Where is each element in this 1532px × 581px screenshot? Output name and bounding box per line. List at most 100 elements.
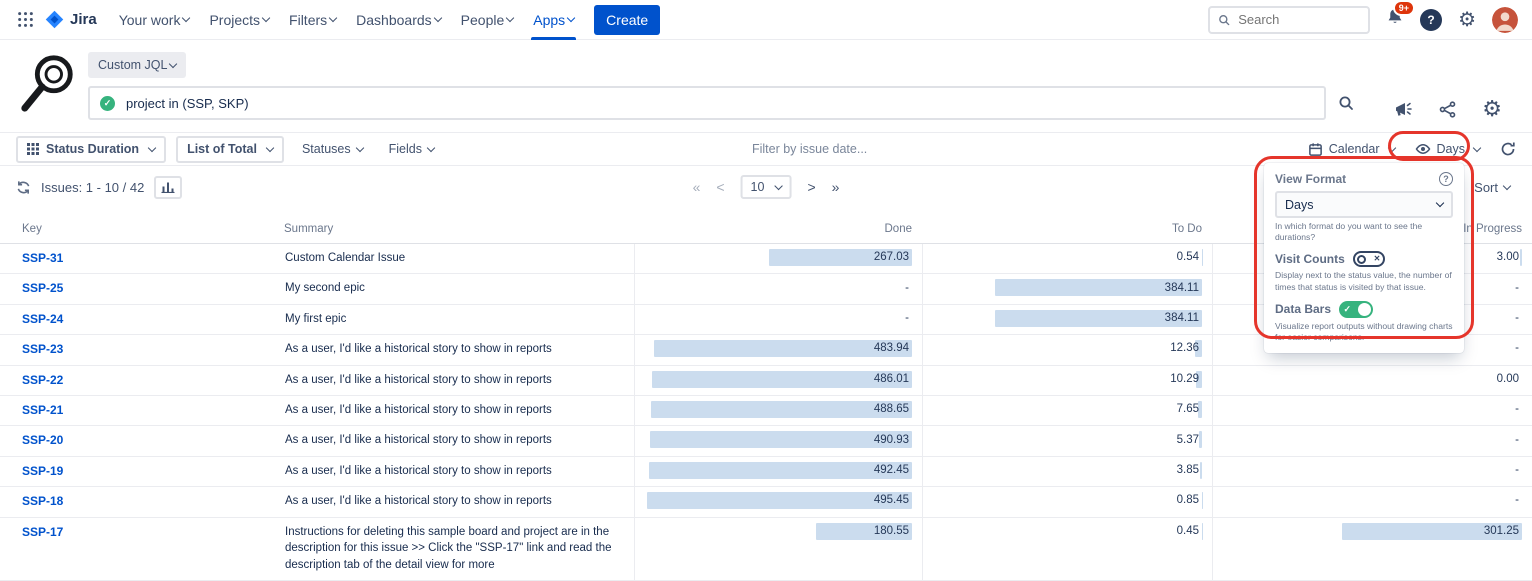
chart-view-button[interactable] xyxy=(154,176,182,199)
jql-valid-check-icon: ✓ xyxy=(100,96,115,111)
chevron-down-icon xyxy=(182,14,190,22)
done-cell: 492.45 xyxy=(634,457,922,486)
duration-value: 483.94 xyxy=(874,340,912,357)
nav-item-label: Apps xyxy=(533,12,565,28)
nav-item-projects[interactable]: Projects xyxy=(199,0,279,40)
jql-query-input[interactable] xyxy=(124,95,1314,112)
issue-date-filter-input[interactable] xyxy=(452,141,1298,157)
nav-item-dashboards[interactable]: Dashboards xyxy=(346,0,451,40)
settings-gear-button[interactable]: ⚙ xyxy=(1458,10,1476,30)
global-search[interactable] xyxy=(1208,6,1370,34)
todo-cell: 0.45 xyxy=(922,518,1212,580)
todo-cell: 10.29 xyxy=(922,366,1212,395)
issue-key-link[interactable]: SSP-18 xyxy=(0,487,262,516)
issue-summary: Instructions for deleting this sample bo… xyxy=(262,518,634,580)
prev-page-button[interactable]: < xyxy=(716,179,724,195)
jql-right-icons: ⚙ xyxy=(1393,98,1502,120)
duration-value: 3.00 xyxy=(1497,249,1522,266)
jql-input-box[interactable]: ✓ xyxy=(88,86,1326,120)
grid-small-icon xyxy=(27,143,39,155)
duration-value: 267.03 xyxy=(874,249,912,266)
jira-logo[interactable]: Jira xyxy=(44,9,97,30)
refresh-report-icon[interactable] xyxy=(1500,141,1516,157)
issue-key-link[interactable]: SSP-20 xyxy=(0,426,262,455)
duration-value: 180.55 xyxy=(874,523,912,540)
create-button[interactable]: Create xyxy=(594,5,660,35)
user-avatar[interactable] xyxy=(1492,7,1518,33)
duration-value: 10.29 xyxy=(1170,371,1202,388)
topnav-right-cluster: 9+ ? ⚙ xyxy=(1208,6,1518,34)
report-settings-gear-icon[interactable]: ⚙ xyxy=(1482,98,1502,120)
calendar-dropdown[interactable]: Calendar xyxy=(1308,142,1395,157)
search-input[interactable] xyxy=(1236,11,1360,28)
todo-cell: 0.85 xyxy=(922,487,1212,516)
nav-item-label: Dashboards xyxy=(356,12,432,28)
fields-dropdown[interactable]: Fields xyxy=(381,142,442,156)
help-icon[interactable]: ? xyxy=(1439,172,1453,186)
view-format-select[interactable]: Days xyxy=(1275,191,1453,218)
notifications-button[interactable]: 9+ xyxy=(1386,8,1404,31)
jql-mode-dropdown[interactable]: Custom JQL xyxy=(88,52,186,78)
calendar-label: Calendar xyxy=(1329,142,1380,156)
issue-key-link[interactable]: SSP-19 xyxy=(0,457,262,486)
app-switcher-button[interactable] xyxy=(10,5,40,35)
duration-value: 384.11 xyxy=(1165,310,1202,327)
column-header-done[interactable]: Done xyxy=(634,223,922,235)
duration-value: 492.45 xyxy=(874,462,912,479)
issue-key-link[interactable]: SSP-22 xyxy=(0,366,262,395)
duration-value: 0.85 xyxy=(1177,492,1202,509)
in-progress-cell: 0.00 xyxy=(1212,366,1532,395)
column-header-todo[interactable]: To Do xyxy=(922,223,1212,235)
help-button[interactable]: ? xyxy=(1420,9,1442,31)
next-page-button[interactable]: > xyxy=(807,179,815,195)
data-bar xyxy=(647,492,912,509)
announcements-icon[interactable] xyxy=(1393,100,1413,118)
chevron-down-icon xyxy=(567,14,575,22)
view-settings-panel: View Format ? Days In which format do yo… xyxy=(1264,163,1464,353)
table-row: SSP-21As a user, I'd like a historical s… xyxy=(0,396,1532,426)
visit-counts-description: Display next to the status value, the nu… xyxy=(1275,270,1453,292)
toggle-on-glyph: ✓ xyxy=(1342,305,1352,314)
issue-key-link[interactable]: SSP-21 xyxy=(0,396,262,425)
table-row: SSP-20As a user, I'd like a historical s… xyxy=(0,426,1532,456)
list-of-dropdown[interactable]: List of Total xyxy=(176,136,284,163)
duration-value: 0.54 xyxy=(1177,249,1202,266)
eye-icon xyxy=(1415,142,1431,156)
chevron-down-icon xyxy=(329,14,337,22)
visit-counts-label: Visit Counts xyxy=(1275,252,1345,266)
view-format-dropdown[interactable]: Days xyxy=(1415,142,1480,156)
reload-issues-icon[interactable] xyxy=(16,180,31,195)
column-header-key[interactable]: Key xyxy=(0,223,262,235)
nav-item-filters[interactable]: Filters xyxy=(279,0,346,40)
issue-key-link[interactable]: SSP-17 xyxy=(0,518,262,547)
done-cell: 495.45 xyxy=(634,487,922,516)
sort-label: Sort xyxy=(1474,180,1498,195)
chevron-down-icon xyxy=(266,143,274,151)
data-bars-toggle[interactable]: ✓ xyxy=(1339,301,1373,318)
issue-key-link[interactable]: SSP-23 xyxy=(0,335,262,364)
nav-item-apps[interactable]: Apps xyxy=(523,0,584,40)
last-page-button[interactable]: » xyxy=(832,179,840,195)
first-page-button[interactable]: « xyxy=(693,179,701,195)
share-icon[interactable] xyxy=(1439,101,1456,118)
column-header-summary[interactable]: Summary xyxy=(262,223,634,235)
sort-dropdown[interactable]: Sort xyxy=(1474,180,1510,195)
issue-key-link[interactable]: SSP-25 xyxy=(0,274,262,303)
statuses-dropdown[interactable]: Statuses xyxy=(294,142,371,156)
jql-input-row: ✓ xyxy=(88,86,1354,120)
issue-key-link[interactable]: SSP-31 xyxy=(0,244,262,273)
issue-key-link[interactable]: SSP-24 xyxy=(0,305,262,334)
visit-counts-toggle[interactable]: ✕ xyxy=(1353,251,1385,267)
magnifier-app-logo xyxy=(14,52,80,119)
done-cell: - xyxy=(634,305,922,334)
done-cell: 267.03 xyxy=(634,244,922,273)
todo-cell: 5.37 xyxy=(922,426,1212,455)
jql-search-icon[interactable] xyxy=(1338,95,1354,111)
nav-item-label: Projects xyxy=(209,12,260,28)
page-size-select[interactable]: 10 xyxy=(741,175,792,199)
report-type-dropdown[interactable]: Status Duration xyxy=(16,136,166,163)
nav-item-your-work[interactable]: Your work xyxy=(109,0,200,40)
issues-count-label: Issues: 1 - 10 / 42 xyxy=(41,180,144,195)
nav-item-people[interactable]: People xyxy=(451,0,524,40)
duration-value: 0.45 xyxy=(1177,523,1202,540)
